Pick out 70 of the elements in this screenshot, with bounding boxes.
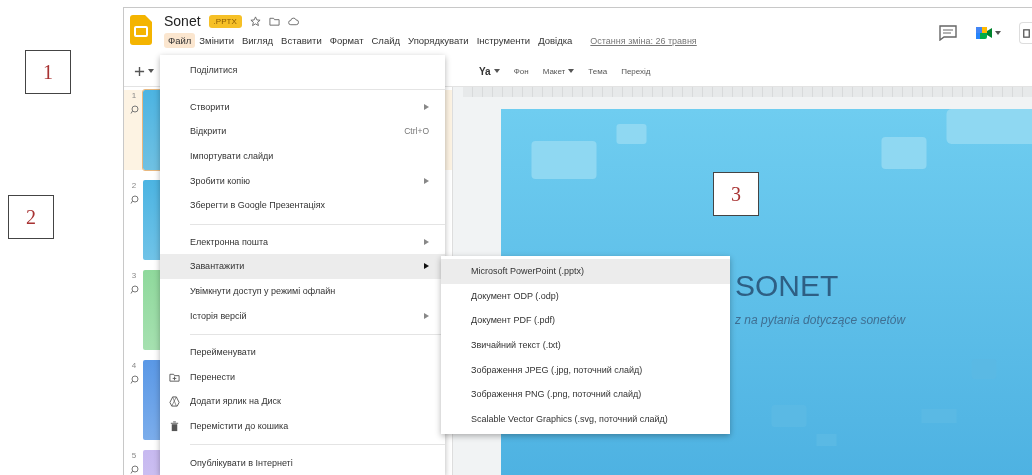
callout-label: 3 bbox=[713, 172, 759, 216]
menu-item-label: Зберегти в Google Презентаціях bbox=[190, 200, 327, 211]
menu-item[interactable]: Створити bbox=[160, 94, 445, 120]
menu-item-label: Перемістити до кошика bbox=[190, 421, 290, 431]
menu-bar-item[interactable]: Упорядкувати bbox=[404, 33, 473, 48]
slide-number: 2 bbox=[131, 181, 137, 190]
menu-item-label: Завантажити bbox=[190, 261, 246, 272]
slide-number: 5 bbox=[131, 451, 137, 460]
caret-icon[interactable] bbox=[995, 31, 1001, 35]
menu-item[interactable]: Завантажити bbox=[160, 254, 445, 279]
present-button[interactable] bbox=[1019, 22, 1032, 44]
menu-item-label: Поділитися bbox=[190, 65, 239, 76]
folder-icon[interactable] bbox=[268, 15, 280, 27]
last-edit-link[interactable]: Остання зміна: 26 травня bbox=[590, 35, 697, 46]
menu-item-label: Опублікувати в Інтернеті bbox=[190, 457, 294, 468]
slide-number: 3 bbox=[131, 271, 137, 280]
caret-icon[interactable] bbox=[493, 69, 500, 73]
menu-item[interactable]: Опублікувати в Інтернеті bbox=[160, 450, 445, 475]
menu-item[interactable]: Зберегти в Google Презентаціях bbox=[160, 192, 445, 218]
menu-item-label: Історія версій bbox=[190, 310, 248, 321]
menu-bar-item[interactable]: Формат bbox=[325, 33, 368, 48]
callout-label: 1 bbox=[25, 50, 71, 94]
document-title[interactable]: Sonet bbox=[164, 13, 201, 29]
menu-item-label: Створити bbox=[190, 101, 231, 112]
slide-subtitle: z na pytania dotyczące sonetów bbox=[735, 313, 906, 327]
comment-icon[interactable] bbox=[129, 375, 139, 384]
menu-item-label: Перенести bbox=[190, 371, 237, 382]
file-type-badge: .PPTX bbox=[208, 14, 242, 28]
caret-icon[interactable] bbox=[568, 69, 575, 73]
callout-label: 2 bbox=[8, 195, 54, 239]
menu-bar-item[interactable]: Слайд bbox=[367, 33, 405, 48]
menu-item[interactable]: Зробити копію bbox=[160, 168, 445, 193]
toolbar-button[interactable]: Фон bbox=[513, 66, 529, 76]
menu-item[interactable]: Поділитися bbox=[160, 58, 445, 83]
menu-item-label: Відкрити bbox=[190, 126, 228, 137]
menu-bar-item[interactable]: Довідка bbox=[534, 33, 577, 48]
screen-icon bbox=[1021, 27, 1032, 39]
menu-item[interactable]: Microsoft PowerPoint (.pptx) bbox=[441, 259, 730, 284]
menu-item-label: Додати ярлик на Диск bbox=[190, 396, 283, 407]
comment-icon[interactable] bbox=[129, 285, 139, 294]
menu-item[interactable]: Імпортувати слайди bbox=[160, 143, 445, 169]
star-icon[interactable] bbox=[249, 15, 261, 27]
menu-bar-item[interactable]: Вигляд bbox=[237, 33, 278, 48]
menu-bar-item[interactable]: Файл bbox=[164, 33, 196, 48]
menu-item-label: Перейменувати bbox=[190, 347, 257, 358]
menu-item[interactable]: Відкрити Ctrl+O bbox=[160, 119, 445, 144]
comment-icon[interactable] bbox=[129, 195, 139, 204]
toolbar-button[interactable]: Тема bbox=[588, 66, 608, 76]
menu-bar-item[interactable]: Вставити bbox=[277, 33, 326, 48]
caret-icon[interactable] bbox=[148, 69, 154, 73]
menu-item-label: Зробити копію bbox=[190, 175, 251, 186]
slide-number: 1 bbox=[131, 91, 137, 100]
add-icon[interactable] bbox=[134, 65, 145, 77]
shortcut-text: Ctrl+O bbox=[404, 126, 429, 137]
slide-number: 4 bbox=[131, 361, 137, 370]
slide-title: SONET bbox=[735, 269, 839, 303]
menu-item-label: Увімкнути доступ у режимі офлайн bbox=[190, 286, 337, 297]
toolbar-button[interactable]: Макет bbox=[542, 66, 575, 76]
menu-item[interactable]: Електронна пошта bbox=[160, 229, 445, 255]
menu-item-label: Імпортувати слайди bbox=[190, 151, 275, 162]
menu-bar-item[interactable]: Змінити bbox=[195, 33, 238, 48]
comment-icon[interactable] bbox=[939, 25, 957, 41]
toolbar-button[interactable]: Ya bbox=[479, 65, 500, 77]
menu-bar-item[interactable]: Інструменти bbox=[472, 33, 535, 48]
cloud-icon[interactable] bbox=[287, 15, 299, 27]
menu-item-label: Електронна пошта bbox=[190, 236, 269, 247]
comment-icon[interactable] bbox=[129, 465, 139, 474]
video-call-icon[interactable] bbox=[975, 25, 993, 41]
comment-icon[interactable] bbox=[129, 105, 139, 114]
toolbar-button[interactable]: Перехід bbox=[621, 66, 651, 76]
